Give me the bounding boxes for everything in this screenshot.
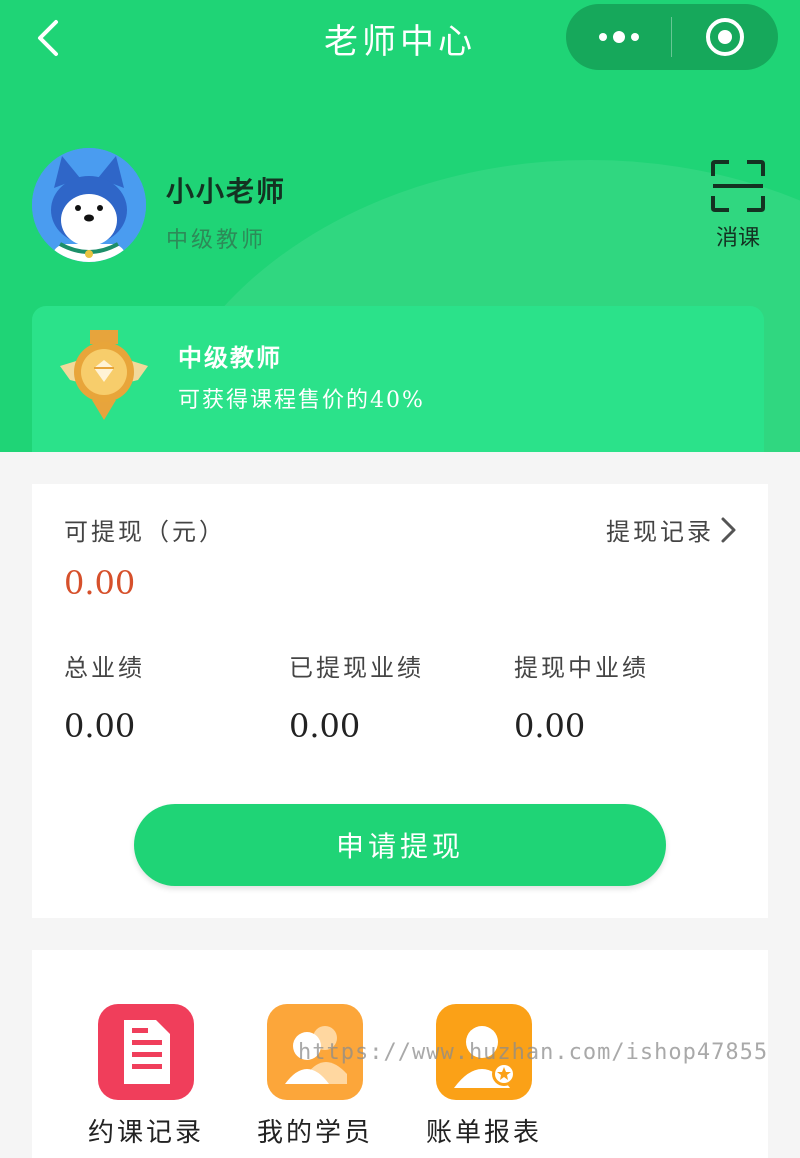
level-title: 中级教师: [178, 343, 282, 372]
mini-program-capsule: [566, 4, 778, 70]
teacher-name: 小小老师: [166, 175, 287, 208]
stat-label: 总业绩: [64, 654, 145, 682]
stat-label: 提现中业绩: [514, 654, 649, 682]
stat-value: 0.00: [514, 707, 586, 745]
level-description: 可获得课程售价的40%: [178, 388, 425, 413]
chevron-right-icon: [721, 517, 736, 542]
scan-icon: [711, 160, 765, 212]
scan-label: 消课: [715, 226, 760, 251]
level-card: 中级教师 可获得课程售价的40%: [32, 306, 764, 452]
apply-withdraw-button[interactable]: 申请提现: [134, 804, 666, 886]
watermark-text: https://www.huzhan.com/ishop47855: [298, 1040, 769, 1065]
menu-label: 账单报表: [425, 1118, 542, 1148]
stat-total: 总业绩 0.00: [64, 648, 145, 745]
close-target-icon[interactable]: [672, 4, 777, 70]
menu-item-bill-report[interactable]: 账单报表: [404, 1004, 564, 1149]
withdraw-record-link[interactable]: 提现记录: [606, 512, 740, 547]
menu-label: 约课记录: [87, 1118, 204, 1148]
withdrawable-label: 可提现（元）: [64, 518, 226, 546]
menu-item-booking-records[interactable]: 约课记录: [66, 1004, 226, 1149]
medal-icon: [56, 328, 152, 424]
avatar[interactable]: [32, 148, 146, 262]
stat-withdrawn: 已提现业绩 0.00: [289, 648, 424, 745]
stat-value: 0.00: [64, 707, 136, 745]
document-icon: [98, 1004, 194, 1100]
header-banner: 老师中心 小小老师 中级教师 消课 中级教师 可获得课程售价的40%: [0, 0, 800, 452]
stat-label: 已提现业绩: [289, 654, 424, 682]
stat-value: 0.00: [289, 707, 361, 745]
teacher-level: 中级教师: [166, 228, 267, 253]
withdrawable-amount: 0.00: [64, 564, 136, 602]
menu-label: 我的学员: [256, 1118, 373, 1148]
menu-item-my-students[interactable]: 我的学员: [235, 1004, 395, 1149]
scan-button[interactable]: 消课: [706, 160, 770, 260]
wallet-card: 可提现（元） 提现记录 0.00 总业绩 0.00 已提现业绩 0.00 提现中…: [32, 484, 768, 918]
more-icon[interactable]: [566, 4, 671, 70]
stat-pending: 提现中业绩 0.00: [514, 648, 649, 745]
withdraw-record-label: 提现记录: [606, 518, 714, 546]
